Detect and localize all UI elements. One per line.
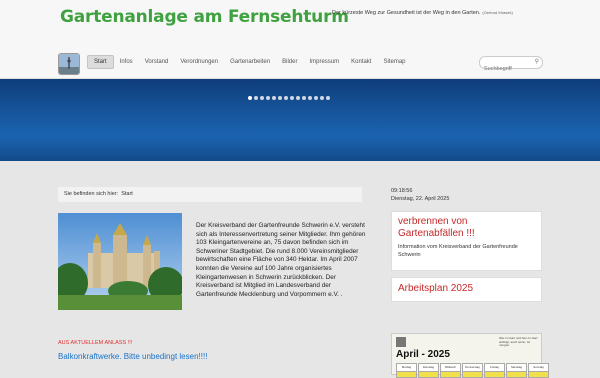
slider-dot[interactable]	[254, 96, 258, 100]
search-box: ⚲	[479, 56, 543, 75]
slider-dot[interactable]	[326, 96, 330, 100]
nav-impressum[interactable]: Impressum	[303, 55, 345, 69]
slider-dot[interactable]	[290, 96, 294, 100]
news-link[interactable]: Balkonkraftwerke. Bitte unbedingt lesen!…	[58, 352, 207, 361]
nav-infos[interactable]: Infos	[114, 55, 139, 69]
slider-dot[interactable]	[314, 96, 318, 100]
clock-date: Dienstag, 22. April 2025	[391, 196, 450, 202]
site-header: Gartenanlage am Fernsehturm Der kürzeste…	[0, 0, 600, 79]
slider-dot[interactable]	[278, 96, 282, 100]
breadcrumb-current[interactable]: Start	[121, 191, 133, 197]
notice-text-burning: Information vom Kreisverband der Gartenf…	[398, 244, 518, 258]
slider-dot[interactable]	[296, 96, 300, 100]
castle-photo	[58, 213, 182, 310]
motto-text: Der kürzeste Weg zur Gesundheit ist der …	[332, 10, 481, 16]
calendar-quote: Wer im Gart und hier im Gart anfängt, au…	[499, 336, 538, 348]
calendar-card[interactable]: Wer im Gart und hier im Gart anfängt, au…	[391, 333, 549, 378]
motto-author: (Gertrud Mrasek)	[482, 10, 513, 15]
news-label: AUS AKTUELLEM ANLASS !!!	[58, 340, 133, 346]
calendar-title: April - 2025	[396, 349, 450, 360]
notice-box-burning[interactable]: verbrennen von Gartenabfällen !!! Inform…	[391, 211, 542, 271]
nav-vorstand[interactable]: Vorstand	[139, 55, 175, 69]
nav-verordnungen[interactable]: Verordnungen	[174, 55, 224, 69]
nav-kontakt[interactable]: Kontakt	[345, 55, 377, 69]
castle-image	[58, 213, 182, 310]
nav-start[interactable]: Start	[87, 55, 114, 69]
slider-dot[interactable]	[284, 96, 288, 100]
notice-box-workplan[interactable]: Arbeitsplan 2025	[391, 277, 542, 302]
calendar-thumbnail	[396, 337, 406, 347]
site-motto: Der kürzeste Weg zur Gesundheit ist der …	[332, 10, 513, 16]
slider-dot[interactable]	[272, 96, 276, 100]
clock-time: 09:18:56	[391, 188, 413, 194]
notice-heading-burning[interactable]: verbrennen von Gartenabfällen !!!	[398, 216, 535, 240]
logo-thumbnail[interactable]	[58, 53, 80, 75]
breadcrumb-label: Sie befinden sich hier:	[64, 191, 119, 197]
hero-banner	[0, 79, 600, 161]
site-title[interactable]: Gartenanlage am Fernsehturm	[60, 7, 349, 27]
main-nav: Start Infos Vorstand Verordnungen Garten…	[87, 55, 412, 69]
nav-gartenarbeiten[interactable]: Gartenarbeiten	[224, 55, 276, 69]
slider-dot[interactable]	[260, 96, 264, 100]
slider-dot[interactable]	[308, 96, 312, 100]
slider-dot[interactable]	[320, 96, 324, 100]
search-icon[interactable]: ⚲	[535, 58, 539, 65]
intro-text: Der Kreisverband der Gartenfreunde Schwe…	[196, 222, 366, 298]
slider-dot[interactable]	[302, 96, 306, 100]
notice-heading-workplan[interactable]: Arbeitsplan 2025	[398, 282, 535, 296]
search-input[interactable]	[480, 63, 532, 75]
nav-bilder[interactable]: Bilder	[276, 55, 303, 69]
tv-tower-icon	[59, 54, 79, 74]
breadcrumb: Sie befinden sich hier: Start	[58, 187, 362, 202]
slider-dots	[248, 96, 330, 100]
slider-dot[interactable]	[266, 96, 270, 100]
clock: 09:18:56 Dienstag, 22. April 2025	[391, 187, 449, 203]
slider-dot[interactable]	[248, 96, 252, 100]
nav-sitemap[interactable]: Sitemap	[377, 55, 411, 69]
